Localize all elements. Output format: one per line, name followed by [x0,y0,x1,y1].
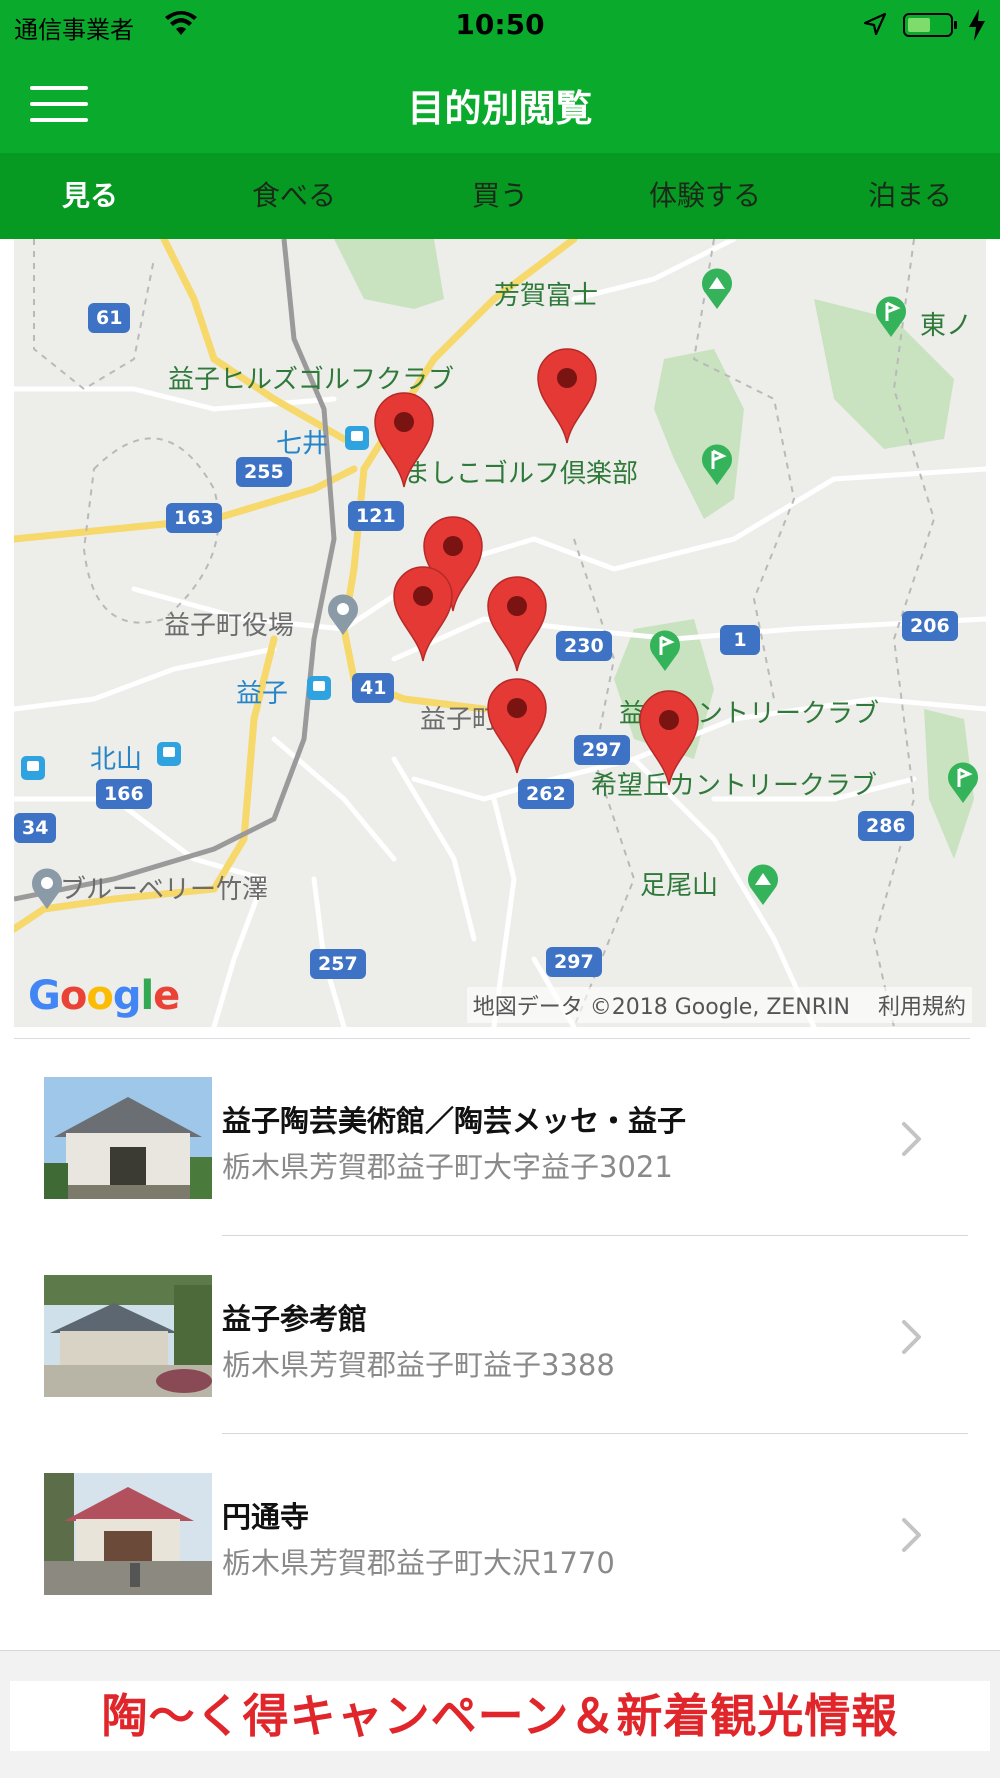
list-item[interactable]: 益子陶芸美術館／陶芸メッセ・益子 栃木県芳賀郡益子町大字益子3021 [0,1038,1000,1236]
route-shield: 166 [96,779,152,809]
map-pin[interactable] [486,575,548,673]
chevron-right-icon [902,1518,921,1552]
golf-icon [948,762,978,803]
map-label-ashioyama: 足尾山 [640,871,719,901]
chevron-right-icon [902,1122,921,1156]
route-shield: 286 [858,811,914,841]
golf-icon [876,296,906,337]
route-shield: 257 [310,949,366,979]
item-thumbnail [44,1473,212,1595]
tab-see[interactable]: 見る [0,153,190,239]
item-address: 栃木県芳賀郡益子町大字益子3021 [222,1150,673,1184]
golf-icon [650,630,680,671]
train-station-icon [157,742,181,766]
category-tabs: 見る 食べる 買う 体験する 泊まる [0,153,1000,239]
route-shield: 1 [720,625,760,655]
clock: 10:50 [455,8,545,41]
tab-buy[interactable]: 買う [400,153,600,239]
government-icon [328,594,358,635]
item-title: 益子陶芸美術館／陶芸メッセ・益子 [222,1104,687,1138]
map-label-higashi: 東ノ [920,311,973,341]
item-address: 栃木県芳賀郡益子町大沢1770 [222,1546,615,1580]
map-pin[interactable] [536,347,598,445]
route-shield: 163 [166,503,222,533]
tab-eat[interactable]: 食べる [194,153,394,239]
item-title: 益子参考館 [222,1302,368,1336]
charging-icon [969,9,985,41]
map-attribution: 地図データ ©2018 Google, ZENRIN 利用規約 [466,987,972,1023]
route-shield: 61 [88,303,131,333]
mountain-icon [702,268,732,309]
campaign-banner[interactable]: 陶〜く得キャンペーン＆新着観光情報 [10,1681,990,1751]
route-shield: 262 [518,779,574,809]
map-pin[interactable] [486,677,548,775]
map-pin[interactable] [373,391,435,489]
item-title: 円通寺 [222,1500,310,1534]
route-shield: 41 [352,673,395,703]
map-pin[interactable] [638,689,700,787]
train-station-icon [21,756,45,780]
route-shield: 34 [14,813,57,843]
map-label-mashiko-golf: ましこゴルフ倶楽部 [404,459,639,489]
map-data-credit: 地図データ ©2018 Google, ZENRIN [472,995,850,1020]
banner-area: 陶〜く得キャンペーン＆新着観光情報 [0,1650,1000,1778]
tab-stay[interactable]: 泊まる [810,153,1000,239]
map-pin[interactable] [392,565,454,663]
page-title: 目的別閲覧 [407,87,593,130]
map-label-blueberry: ブルーベリー竹澤 [60,875,269,905]
mountain-icon [748,864,778,905]
map-label-mashiko-station: 益子 [236,679,289,709]
item-address: 栃木県芳賀郡益子町益子3388 [222,1348,615,1382]
map-terms-link[interactable]: 利用規約 [878,995,966,1020]
train-station-icon [307,676,331,700]
location-arrow-icon [863,12,887,36]
route-shield: 121 [348,501,404,531]
map-label-nanai: 七井 [276,429,329,459]
navigation-bar: 通信事業者 10:50 目的別閲覧 [0,0,1000,153]
map-footer: Google 地図データ ©2018 Google, ZENRIN 利用規約 [14,973,986,1027]
item-thumbnail [44,1275,212,1397]
route-shield: 230 [556,631,612,661]
item-thumbnail [44,1077,212,1199]
route-shield: 297 [574,735,630,765]
list-item[interactable]: 円通寺 栃木県芳賀郡益子町大沢1770 [0,1434,1000,1632]
chevron-right-icon [902,1320,921,1354]
map-label-kitayama: 北山 [90,745,143,775]
battery-icon [903,13,957,37]
tab-experience[interactable]: 体験する [605,153,805,239]
map-label-haga-fuji: 芳賀富士 [494,281,599,311]
route-shield: 297 [546,947,602,977]
google-logo: Google [28,973,180,1019]
map-label-town-hall: 益子町役場 [164,611,295,641]
status-bar: 通信事業者 10:50 [0,0,1000,50]
place-icon [32,868,62,909]
list-item[interactable]: 益子参考館 栃木県芳賀郡益子町益子3388 [0,1236,1000,1434]
golf-icon [702,444,732,485]
map-view[interactable]: 芳賀富士 東ノ 益子ヒルズゴルフクラブ 七井 ましこゴルフ倶楽部 益子町役場 益… [14,239,986,1027]
train-station-icon [345,426,369,450]
route-shield: 206 [902,611,958,641]
route-shield: 255 [236,457,292,487]
map-label-kibougaoka: 希望丘カントリークラブ [591,771,878,801]
